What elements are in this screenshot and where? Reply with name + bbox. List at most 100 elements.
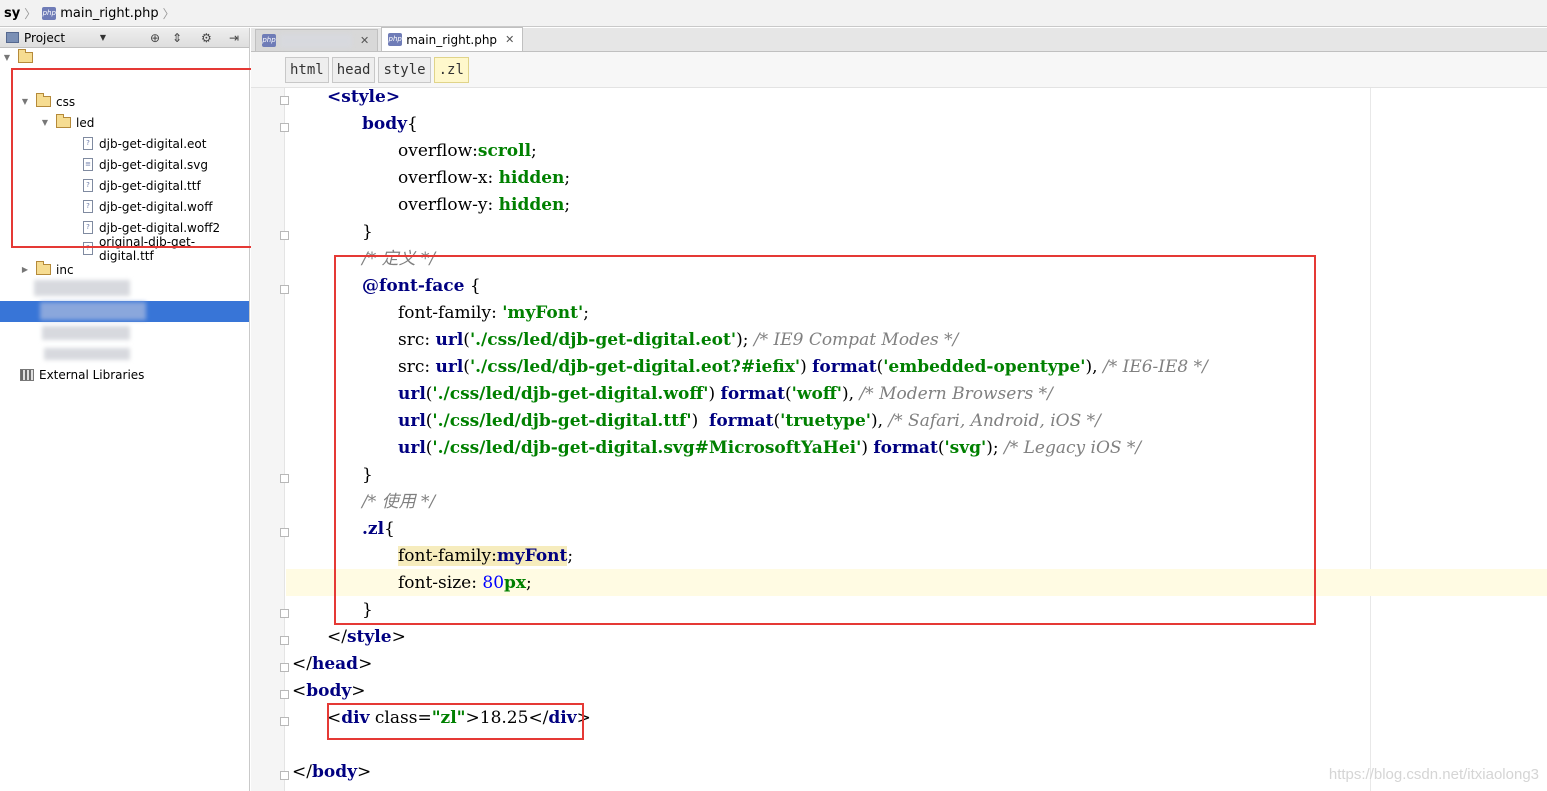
folder-icon (18, 49, 33, 63)
fold-marker-icon[interactable] (280, 474, 289, 483)
project-toolbar: Project ▼ ⊕ ⇕ ⚙ ⇥ (0, 28, 249, 48)
code-token: font-size (398, 573, 472, 593)
close-icon[interactable]: ✕ (505, 33, 514, 46)
folder-icon (36, 261, 51, 275)
tree-row-css[interactable]: ▼ css (0, 91, 249, 112)
redacted-item (44, 348, 130, 360)
code-comment: /* 使用 */ (362, 492, 436, 512)
chevron-down-icon: ▼ (99, 33, 106, 42)
code-token: body (311, 762, 357, 782)
code-line: </style> (327, 627, 406, 647)
collapse-all-icon[interactable]: ⇕ (172, 31, 182, 45)
code-token: overflow (398, 141, 473, 161)
code-line: src: url('./css/led/djb-get-digital.eot'… (398, 330, 959, 350)
php-file-icon: php (42, 6, 57, 20)
locate-icon[interactable]: ⊕ (150, 31, 160, 45)
fold-marker-icon[interactable] (280, 690, 289, 699)
close-icon[interactable]: ✕ (360, 34, 369, 47)
breadcrumb-file-label: main_right.php (60, 5, 159, 21)
code-comment: /* Safari, Android, iOS */ (888, 411, 1101, 431)
font-file-icon: ? (83, 200, 93, 213)
editor-tabs: php ✕ php main_right.php ✕ (251, 27, 1547, 52)
code-number: 80 (482, 573, 505, 593)
hide-panel-icon[interactable]: ⇥ (229, 31, 239, 45)
redacted-item (42, 326, 130, 340)
code-line: overflow-y: hidden; (398, 195, 571, 215)
font-file-icon: ? (83, 221, 93, 234)
tree-row-file[interactable]: ? djb-get-digital.ttf (0, 175, 249, 196)
project-panel: Project ▼ ⊕ ⇕ ⚙ ⇥ ▼ ▼ css ▼ led ? djb-ge… (0, 28, 250, 791)
tree-row-file[interactable]: ? djb-get-digital.eot (0, 133, 249, 154)
right-margin-guide (1370, 88, 1371, 791)
fold-marker-icon[interactable] (280, 636, 289, 645)
folder-icon (56, 114, 71, 128)
project-view-selector[interactable]: Project ▼ (0, 31, 106, 45)
editor-tab-active[interactable]: php main_right.php ✕ (381, 27, 524, 51)
project-view-icon (6, 32, 19, 43)
code-comment: /* Modern Browsers */ (859, 384, 1053, 404)
tree-item-label: djb-get-digital.eot (99, 136, 207, 151)
redacted-item (34, 280, 130, 296)
code-token: format (873, 438, 938, 458)
tree-item-label: djb-get-digital.woff (99, 199, 213, 214)
breadcrumb-root[interactable]: sy (4, 6, 20, 21)
tree-row-led[interactable]: ▼ led (0, 112, 249, 133)
code-token: font-family (398, 303, 492, 323)
code-token: url (398, 411, 426, 431)
code-token: format (812, 357, 877, 377)
svg-file-icon: ≡ (83, 158, 93, 171)
code-string: 'truetype' (780, 411, 871, 431)
tree-item-label: External Libraries (39, 367, 145, 382)
editor-area: php ✕ php main_right.php ✕ html head sty… (251, 27, 1547, 791)
fold-marker-icon[interactable] (280, 717, 289, 726)
watermark: https://blog.csdn.net/itxiaolong3 (1328, 766, 1539, 783)
code-line: } (362, 600, 373, 620)
fold-marker-icon[interactable] (280, 609, 289, 618)
tree-row-file[interactable]: ≡ djb-get-digital.svg (0, 154, 249, 175)
code-token: src (398, 330, 425, 350)
fold-marker-icon[interactable] (280, 285, 289, 294)
fold-marker-icon[interactable] (280, 96, 289, 105)
code-comment: /* 定义 */ (362, 249, 436, 269)
code-line: </body> (292, 762, 372, 782)
code-token: overflow-y (398, 195, 488, 215)
code-token: url (435, 357, 464, 377)
fold-marker-icon[interactable] (280, 663, 289, 672)
code-line: <body> (292, 681, 366, 701)
tree-row-inc[interactable]: ▶ inc (0, 259, 249, 280)
library-icon (20, 368, 34, 381)
code-comment: /* IE6-IE8 */ (1102, 357, 1208, 377)
font-file-icon: ? (83, 242, 93, 255)
code-comment: /* Legacy iOS */ (1003, 438, 1142, 458)
code-token: px (504, 573, 527, 593)
code-string: './css/led/djb-get-digital.eot?#iefix' (469, 357, 801, 377)
gear-icon[interactable]: ⚙ (201, 31, 212, 45)
tag-html[interactable]: html (285, 56, 329, 83)
code-token: overflow-x (398, 168, 488, 188)
tree-row-file[interactable]: ? original-djb-get-digital.ttf (0, 235, 249, 263)
breadcrumb-file[interactable]: php main_right.php (42, 5, 159, 21)
code-token: src (398, 357, 425, 377)
code-token: body (362, 114, 407, 134)
code-string: './css/led/djb-get-digital.eot' (469, 330, 737, 350)
fold-marker-icon[interactable] (280, 123, 289, 132)
tree-row-external-libraries[interactable]: External Libraries (0, 364, 249, 385)
code-string: './css/led/djb-get-digital.svg#Microsoft… (432, 438, 862, 458)
breadcrumb-root-label: sy (4, 5, 21, 21)
code-string: './css/led/djb-get-digital.woff' (432, 384, 709, 404)
code-line: } (362, 222, 373, 242)
tree-row-root[interactable]: ▼ (0, 47, 249, 68)
editor-tab[interactable]: php ✕ (255, 29, 379, 51)
tag-head[interactable]: head (331, 56, 376, 83)
fold-marker-icon[interactable] (280, 528, 289, 537)
code-line: src: url('./css/led/djb-get-digital.eot?… (398, 357, 1208, 377)
tag-zl[interactable]: .zl (433, 56, 469, 83)
code-token: url (398, 384, 426, 404)
code-string: 'woff' (791, 384, 842, 404)
code-line: font-size: 80px; (398, 573, 532, 593)
code-token: body (306, 681, 352, 701)
fold-marker-icon[interactable] (280, 231, 289, 240)
tag-style[interactable]: style (378, 56, 431, 83)
fold-marker-icon[interactable] (280, 771, 289, 780)
tree-row-file[interactable]: ? djb-get-digital.woff (0, 196, 249, 217)
